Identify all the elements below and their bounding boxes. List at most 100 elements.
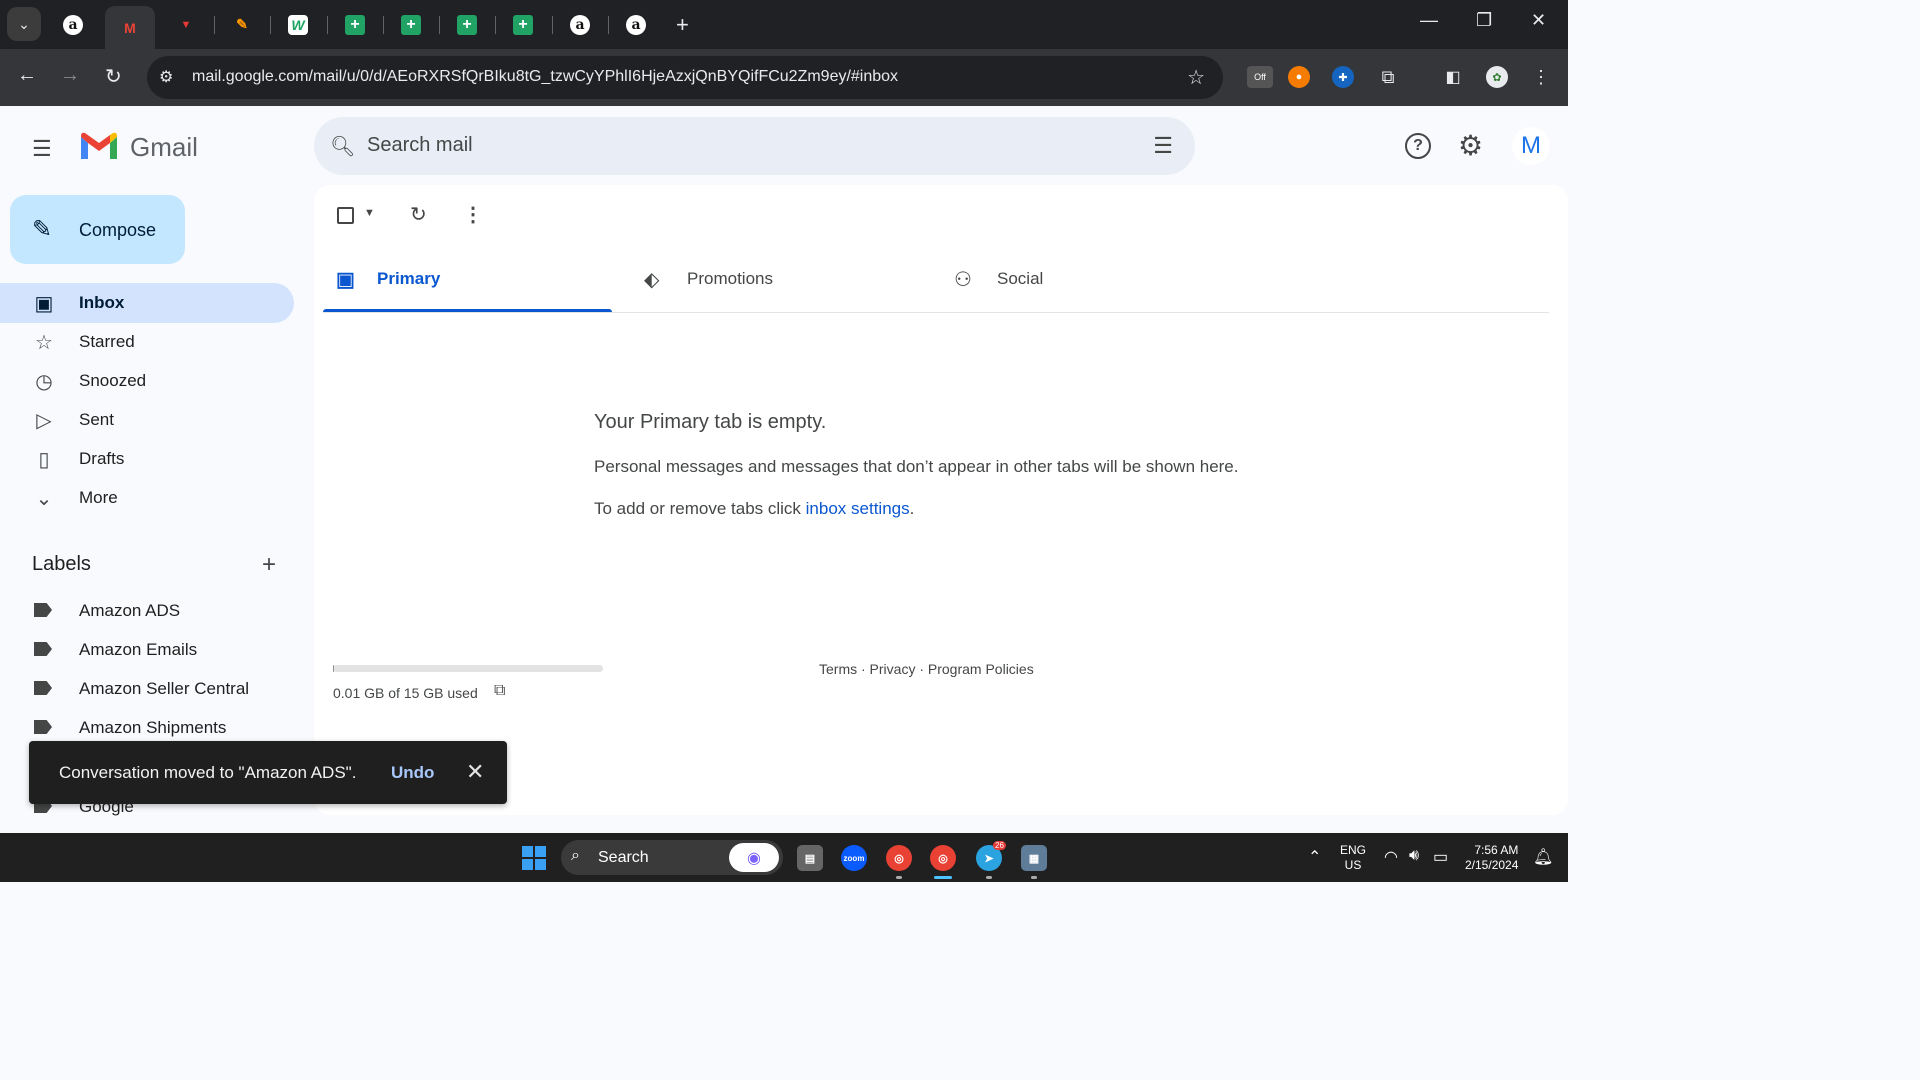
settings-gear-icon[interactable]: ⚙ [1458, 129, 1483, 162]
empty-state-title: Your Primary tab is empty. [594, 411, 827, 433]
calculator-app-icon[interactable]: ▦ [1021, 845, 1047, 871]
tab-search-button[interactable]: ⌄ [7, 7, 41, 41]
extension-blue-icon[interactable]: ✚ [1332, 66, 1354, 88]
reload-icon[interactable]: ↻ [105, 64, 122, 89]
account-avatar[interactable]: M [1512, 127, 1550, 165]
task-view-icon[interactable]: ▤ [797, 845, 823, 871]
taskbar-search-text: Search [598, 849, 649, 866]
nav-label: Sent [79, 410, 114, 429]
wifi-icon[interactable]: ◠ [1384, 847, 1398, 867]
tab-sheets-3[interactable]: + [442, 5, 492, 44]
tab-amazon-2[interactable]: a [555, 5, 605, 44]
tab-separator [495, 16, 496, 34]
red-logo-favicon-icon: ▼ [180, 18, 192, 31]
gmail-app: ☰ Gmail 🔍︎ Search mail ☰ ? ⚙ M ✎ Compose… [0, 107, 1568, 833]
label-item[interactable]: Amazon Seller Central [0, 670, 294, 708]
notification-bell-icon[interactable]: 🔔︎ [1533, 847, 1553, 867]
volume-icon[interactable]: 🔊︎ [1409, 847, 1419, 865]
restore-icon[interactable]: ❐ [1476, 10, 1492, 31]
label-name: Amazon Shipments [79, 718, 227, 737]
extension-orange-icon[interactable]: ● [1288, 66, 1310, 88]
nav-sent[interactable]: ▷ Sent [0, 400, 294, 440]
zoom-app-icon[interactable]: zoom [841, 845, 867, 871]
select-all-checkbox[interactable] [337, 207, 354, 224]
url-text[interactable]: mail.google.com/mail/u/0/d/AEoRXRSfQrBIk… [192, 68, 898, 86]
pencil-icon: ✎ [32, 216, 53, 243]
main-menu-icon[interactable]: ☰ [32, 136, 52, 162]
forward-arrow-icon[interactable]: → [60, 64, 80, 87]
profile-avatar-icon[interactable]: ✿ [1486, 66, 1508, 88]
footer-links[interactable]: Terms · Privacy · Program Policies [819, 661, 1034, 677]
tab-separator [327, 16, 328, 34]
nav-snoozed[interactable]: ◷ Snoozed [0, 361, 294, 401]
search-mail-bar[interactable]: 🔍︎ Search mail ☰ [314, 117, 1195, 175]
tab-red-logo[interactable]: ▼ [161, 5, 211, 44]
tab-orange-pencil[interactable]: ✎ [217, 5, 267, 44]
tab-sheets-4[interactable]: + [498, 5, 548, 44]
windows-start-icon[interactable] [522, 846, 546, 870]
tab-gmail-active[interactable]: M [105, 6, 155, 49]
label-item[interactable]: Amazon Emails [0, 631, 294, 669]
site-info-icon[interactable]: ⚙ [159, 67, 173, 87]
tab-w[interactable]: W [273, 5, 323, 44]
minimize-icon[interactable]: — [1420, 10, 1438, 31]
tab-promotions[interactable]: ⬖ Promotions [632, 245, 921, 313]
undo-button[interactable]: Undo [391, 763, 434, 783]
help-icon[interactable]: ? [1405, 133, 1431, 159]
browser-menu-icon[interactable]: ⋮ [1530, 66, 1552, 88]
open-external-icon[interactable]: ⧉ [494, 682, 505, 700]
people-icon: ⚇ [954, 269, 972, 291]
battery-icon[interactable]: ▭ [1433, 847, 1448, 867]
clock[interactable]: 7:56 AM 2/15/2024 [1465, 843, 1518, 873]
refresh-icon[interactable]: ↻ [410, 202, 427, 227]
side-panel-icon[interactable]: ◧ [1442, 66, 1464, 88]
extensions-puzzle-icon[interactable]: ⧉ [1377, 66, 1399, 88]
nav-starred[interactable]: ☆ Starred [0, 322, 294, 362]
search-options-icon[interactable]: ☰ [1153, 133, 1173, 159]
back-arrow-icon[interactable]: ← [17, 64, 37, 87]
close-icon[interactable]: ✕ [466, 759, 484, 785]
taskbar-search[interactable]: ⌕ Search ◉ [561, 840, 783, 875]
label-name: Amazon ADS [79, 601, 181, 620]
tab-primary[interactable]: ▣ Primary [323, 245, 612, 313]
language-indicator[interactable]: ENG US [1340, 843, 1366, 873]
snackbar: Conversation moved to "Amazon ADS". Undo… [29, 741, 507, 804]
tab-social[interactable]: ⚇ Social [942, 245, 1231, 313]
search-input[interactable]: Search mail [367, 134, 473, 157]
tabs-divider [323, 312, 1549, 313]
create-label-plus-icon[interactable]: + [262, 551, 276, 579]
tab-amazon[interactable]: a [48, 5, 98, 44]
chrome-app-icon[interactable]: ◎ [886, 845, 912, 871]
select-caret-icon[interactable]: ▼ [364, 207, 375, 219]
tab-separator [214, 16, 215, 34]
tab-sheets-1[interactable]: + [330, 5, 380, 44]
more-options-icon[interactable]: ⋮ [463, 202, 483, 227]
bookmark-star-icon[interactable]: ☆ [1187, 65, 1205, 90]
label-item[interactable]: Amazon ADS [0, 592, 294, 630]
nav-inbox[interactable]: ▣ Inbox [0, 283, 294, 323]
extension-off-badge: Off [1254, 72, 1266, 82]
nav-label: More [79, 488, 118, 507]
copilot-icon[interactable]: ◉ [729, 843, 779, 872]
nav-drafts[interactable]: ▯ Drafts [0, 439, 294, 479]
app-running-indicator [1031, 876, 1037, 879]
tab-amazon-3[interactable]: a [611, 5, 661, 44]
empty-state-hint: To add or remove tabs click inbox settin… [594, 499, 914, 519]
tab-sheets-2[interactable]: + [386, 5, 436, 44]
app-active-indicator [934, 876, 952, 879]
amazon-favicon-icon: a [626, 14, 646, 35]
inbox-settings-link[interactable]: inbox settings [806, 499, 910, 518]
tray-overflow-chevron-icon[interactable]: ⌃ [1308, 847, 1321, 867]
nav-more[interactable]: ⌄ More [0, 478, 294, 518]
w-favicon-icon: W [288, 14, 308, 35]
inbox-icon: ▣ [336, 269, 355, 291]
search-icon[interactable]: 🔍︎ [330, 134, 355, 159]
address-bar[interactable]: ⚙ mail.google.com/mail/u/0/d/AEoRXRSfQrB… [147, 56, 1223, 99]
clock-date: 2/15/2024 [1465, 858, 1519, 872]
extension-off-icon[interactable]: Off [1247, 66, 1273, 88]
gmail-wordmark[interactable]: Gmail [130, 132, 198, 163]
compose-button[interactable]: ✎ Compose [10, 195, 185, 264]
close-window-icon[interactable]: ✕ [1531, 10, 1546, 31]
new-tab-button[interactable]: + [676, 12, 689, 38]
chrome-profile-app-icon[interactable]: ◎ [930, 845, 956, 871]
